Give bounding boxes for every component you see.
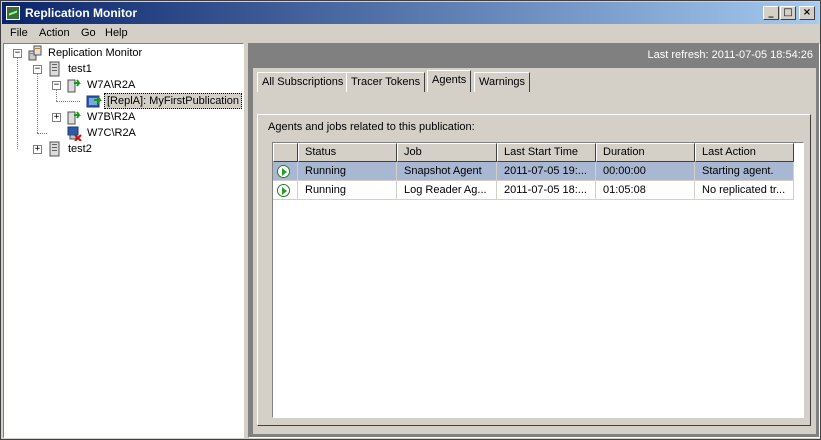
cell-job: Log Reader Ag... xyxy=(397,181,497,200)
panel-caption: Agents and jobs related to this publicat… xyxy=(268,121,475,133)
tab-control: All Subscriptions Tracer Tokens Agents W… xyxy=(253,68,816,434)
minimize-icon: _ xyxy=(768,7,774,18)
tree-label: W7C\R2A xyxy=(87,127,136,139)
tree-label: W7B\R2A xyxy=(87,111,136,123)
publisher-icon xyxy=(67,79,81,93)
tree-label: test1 xyxy=(68,63,92,75)
tree-node-publication-myfirstpublication[interactable]: [ReplA]: MyFirstPublication xyxy=(4,93,243,109)
menu-action[interactable]: Action xyxy=(39,27,70,39)
maximize-icon: □ xyxy=(783,7,793,18)
maximize-button[interactable]: □ xyxy=(780,6,796,20)
tree-label: test2 xyxy=(68,143,92,155)
column-header-row-selector[interactable] xyxy=(273,143,298,162)
column-header-last-start-time[interactable]: Last Start Time xyxy=(497,143,596,162)
tree-node-replication-monitor[interactable]: − Replication Monitor xyxy=(4,45,242,61)
disconnected-publisher-icon xyxy=(67,126,82,141)
running-play-icon xyxy=(277,184,290,197)
server-group-icon xyxy=(49,61,60,77)
column-header-last-action[interactable]: Last Action xyxy=(695,143,794,162)
column-header-job[interactable]: Job xyxy=(397,143,497,162)
column-header-duration[interactable]: Duration xyxy=(596,143,695,162)
grid-header: Status Job Last Start Time Duration Last… xyxy=(273,143,803,162)
expand-icon[interactable]: + xyxy=(33,145,42,154)
minimize-button[interactable]: _ xyxy=(763,6,779,20)
menu-bar: File Action Go Help xyxy=(2,24,819,43)
cell-status: Running xyxy=(298,162,397,181)
title-bar[interactable]: Replication Monitor _ □ × xyxy=(2,2,819,24)
running-play-icon xyxy=(277,165,290,178)
replication-monitor-window: Replication Monitor _ □ × File Action Go… xyxy=(0,0,821,440)
cell-job: Snapshot Agent xyxy=(397,162,497,181)
tree-label: [ReplA]: MyFirstPublication xyxy=(104,93,243,109)
tab-agents[interactable]: Agents xyxy=(427,70,472,92)
menu-help[interactable]: Help xyxy=(105,27,128,39)
publisher-icon xyxy=(67,111,81,125)
close-button[interactable]: × xyxy=(799,6,815,20)
cell-last-start-time: 2011-07-05 18:... xyxy=(497,181,596,200)
close-icon: × xyxy=(802,7,812,18)
collapse-icon[interactable]: − xyxy=(13,49,22,58)
tree-node-publisher-w7b[interactable]: + W7B\R2A xyxy=(4,109,242,125)
tree-node-test2[interactable]: + test2 xyxy=(4,141,242,157)
cell-status: Running xyxy=(298,181,397,200)
navigation-tree[interactable]: − Replication Monitor − test1 − W7A\R2A … xyxy=(3,43,244,438)
expand-icon[interactable]: + xyxy=(52,113,61,122)
server-group-icon xyxy=(49,141,60,157)
details-pane: Last refresh: 2011-07-05 18:54:26 All Su… xyxy=(248,43,820,438)
agents-tab-panel: Agents and jobs related to this publicat… xyxy=(257,114,811,426)
replication-monitor-app-icon xyxy=(6,6,20,20)
tree-label: Replication Monitor xyxy=(48,47,143,59)
tab-warnings[interactable]: Warnings xyxy=(474,72,531,92)
cell-last-start-time: 2011-07-05 19:... xyxy=(497,162,596,181)
row-status-cell xyxy=(273,162,298,181)
tree-node-publisher-w7a[interactable]: − W7A\R2A xyxy=(4,77,242,93)
cell-duration: 00:00:00 xyxy=(596,162,695,181)
table-row[interactable]: Running Snapshot Agent 2011-07-05 19:...… xyxy=(273,162,794,181)
column-header-status[interactable]: Status xyxy=(298,143,397,162)
collapse-icon[interactable]: − xyxy=(52,81,61,90)
tab-all-subscriptions[interactable]: All Subscriptions xyxy=(257,72,349,92)
cell-last-action: No replicated tr... xyxy=(695,181,794,200)
tree-label: W7A\R2A xyxy=(87,79,136,91)
menu-file[interactable]: File xyxy=(10,27,28,39)
replication-monitor-icon xyxy=(28,45,42,61)
collapse-icon[interactable]: − xyxy=(33,65,42,74)
publication-icon xyxy=(86,95,102,108)
agents-grid[interactable]: Status Job Last Start Time Duration Last… xyxy=(272,142,804,418)
cell-last-action: Starting agent. xyxy=(695,162,794,181)
refresh-bar: Last refresh: 2011-07-05 18:54:26 xyxy=(249,44,819,66)
table-row[interactable]: Running Log Reader Ag... 2011-07-05 18:.… xyxy=(273,181,794,200)
tree-node-publisher-w7c[interactable]: W7C\R2A xyxy=(4,125,242,141)
menu-go[interactable]: Go xyxy=(81,27,96,39)
tree-node-test1[interactable]: − test1 xyxy=(4,61,242,77)
tab-tracer-tokens[interactable]: Tracer Tokens xyxy=(346,72,426,92)
window-title: Replication Monitor xyxy=(25,6,137,20)
cell-duration: 01:05:08 xyxy=(596,181,695,200)
row-status-cell xyxy=(273,181,298,200)
last-refresh-text: Last refresh: 2011-07-05 18:54:26 xyxy=(647,49,813,61)
